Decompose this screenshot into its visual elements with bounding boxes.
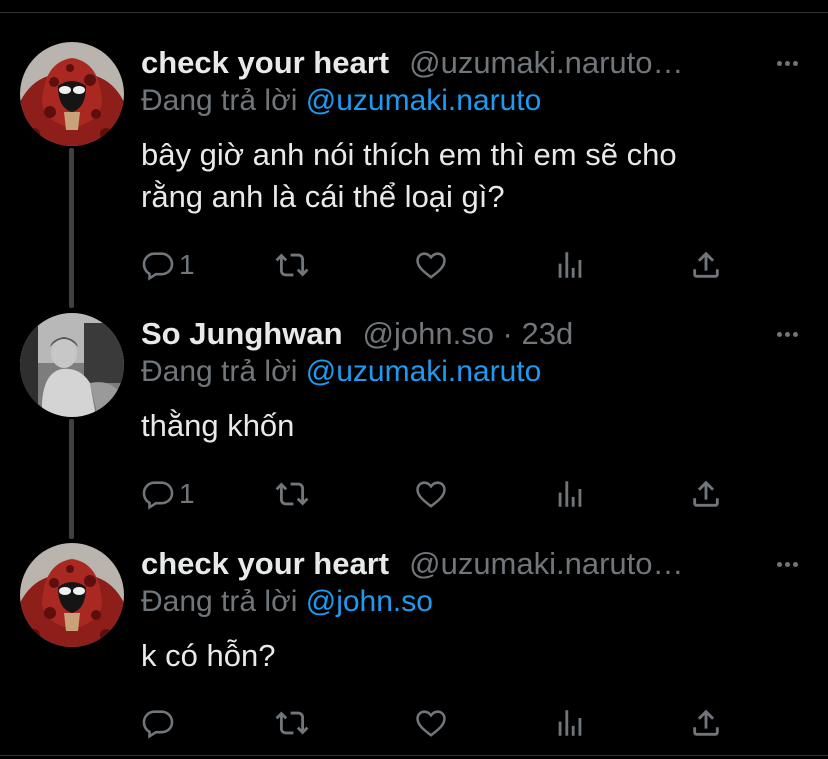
reply-icon xyxy=(142,481,174,510)
avatar[interactable] xyxy=(20,42,124,146)
retweet-icon xyxy=(275,482,309,506)
display-name[interactable]: So Junghwan xyxy=(141,316,343,352)
tweet-header: check your heart @uzumaki.naruto… xyxy=(141,543,768,585)
tweet[interactable]: check your heart @uzumaki.naruto… Đang t… xyxy=(0,42,828,292)
tweet-text-line: k có hỗn? xyxy=(141,638,276,673)
display-name[interactable]: check your heart xyxy=(141,546,389,582)
share-icon xyxy=(693,709,719,736)
mention-link[interactable]: @john.so xyxy=(306,585,433,618)
tweet-text: thằng khốn xyxy=(141,405,801,447)
mention-link[interactable]: @uzumaki.naruto xyxy=(306,355,542,388)
reply-count: 1 xyxy=(179,249,195,280)
grayscale-photo-avatar xyxy=(20,313,124,417)
tweet-text: bây giờ anh nói thích em thì em sẽ cho r… xyxy=(141,134,801,218)
avatar[interactable] xyxy=(20,543,124,647)
avatar[interactable] xyxy=(20,313,124,417)
reply-button[interactable]: 1 xyxy=(141,245,195,285)
retweet-icon xyxy=(275,253,309,277)
retweet-button[interactable] xyxy=(275,245,309,285)
replying-to: Đang trả lời @uzumaki.naruto xyxy=(141,84,541,118)
top-divider xyxy=(0,0,828,13)
tweet-text: k có hỗn? xyxy=(141,635,801,677)
tweet-text-line: rằng anh là cái thể loại gì? xyxy=(141,179,505,214)
bottom-divider xyxy=(0,755,828,756)
tweet-header: check your heart @uzumaki.naruto… xyxy=(141,42,768,84)
share-button[interactable] xyxy=(689,474,723,514)
reply-icon xyxy=(142,252,174,281)
retweet-icon xyxy=(275,711,309,735)
action-bar: 1 xyxy=(141,245,741,285)
retweet-button[interactable] xyxy=(275,474,309,514)
red-hooded-avatar xyxy=(20,42,124,146)
user-handle[interactable]: @uzumaki.naruto… xyxy=(409,546,683,582)
action-bar: 1 xyxy=(141,474,741,514)
like-button[interactable] xyxy=(414,245,448,285)
reply-button[interactable]: 1 xyxy=(141,474,195,514)
more-icon[interactable] xyxy=(774,549,800,579)
heart-icon xyxy=(416,481,446,508)
more-icon[interactable] xyxy=(774,319,800,349)
tweet-header: So Junghwan @john.so · 23d xyxy=(141,313,768,355)
views-button[interactable] xyxy=(553,245,587,285)
reply-icon xyxy=(142,710,174,739)
views-button[interactable] xyxy=(553,474,587,514)
share-icon xyxy=(693,480,719,507)
replying-to: Đang trả lời @uzumaki.naruto xyxy=(141,355,541,389)
tweet-text-line: bây giờ anh nói thích em thì em sẽ cho xyxy=(141,137,677,172)
replying-to-label: Đang trả lời xyxy=(141,355,298,388)
reply-button[interactable] xyxy=(141,703,179,743)
views-icon xyxy=(558,710,582,736)
like-button[interactable] xyxy=(414,703,448,743)
views-button[interactable] xyxy=(553,703,587,743)
mention-link[interactable]: @uzumaki.naruto xyxy=(306,84,542,117)
heart-icon xyxy=(416,252,446,279)
red-hooded-avatar xyxy=(20,543,124,647)
share-button[interactable] xyxy=(689,703,723,743)
user-handle[interactable]: @john.so · 23d xyxy=(363,316,574,352)
heart-icon xyxy=(416,710,446,737)
reply-count: 1 xyxy=(179,478,195,509)
tweet[interactable]: check your heart @uzumaki.naruto… Đang t… xyxy=(0,543,828,755)
retweet-button[interactable] xyxy=(275,703,309,743)
views-icon xyxy=(558,252,582,278)
replying-to: Đang trả lời @john.so xyxy=(141,585,433,619)
replying-to-label: Đang trả lời xyxy=(141,84,298,117)
more-icon[interactable] xyxy=(774,48,800,78)
like-button[interactable] xyxy=(414,474,448,514)
user-handle[interactable]: @uzumaki.naruto… xyxy=(409,45,683,81)
share-button[interactable] xyxy=(689,245,723,285)
tweet-text-line: thằng khốn xyxy=(141,408,295,443)
action-bar xyxy=(141,703,741,743)
share-icon xyxy=(693,251,719,278)
display-name[interactable]: check your heart xyxy=(141,45,389,81)
views-icon xyxy=(558,481,582,507)
tweet[interactable]: So Junghwan @john.so · 23d Đang trả lời … xyxy=(0,313,828,523)
replying-to-label: Đang trả lời xyxy=(141,585,298,618)
